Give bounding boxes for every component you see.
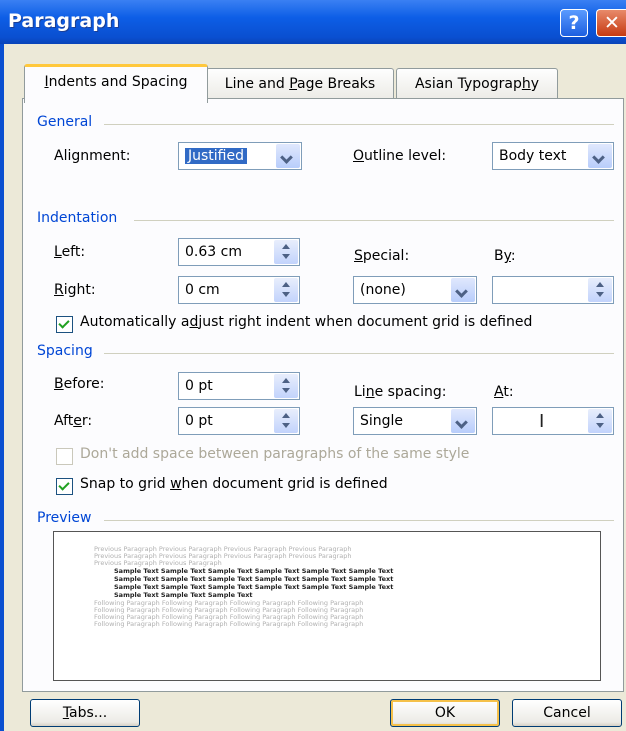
preview-box: Previous Paragraph Previous Paragraph Pr… xyxy=(53,531,601,681)
alignment-select[interactable]: Justified xyxy=(178,142,302,170)
right-indent-value: 0 cm xyxy=(185,282,220,298)
dont-add-space-label: Don't add space between paragraphs of th… xyxy=(80,446,470,462)
after-label: After: xyxy=(54,413,93,429)
indentation-heading: Indentation xyxy=(37,210,118,226)
line-spacing-select[interactable]: Single xyxy=(353,407,477,435)
auto-adjust-checkbox[interactable] xyxy=(56,316,73,333)
spinner-icon[interactable] xyxy=(274,374,298,398)
space-before-input[interactable]: 0 pt xyxy=(178,372,300,400)
window-title: Paragraph xyxy=(8,10,120,32)
preview-sample-line: Sample Text Sample Text Sample Text xyxy=(114,591,253,599)
outline-level-value: Body text xyxy=(499,148,567,164)
special-label: Special: xyxy=(354,248,410,264)
special-select[interactable]: (none) xyxy=(353,276,477,304)
space-before-value: 0 pt xyxy=(185,378,213,394)
dont-add-space-checkbox[interactable] xyxy=(56,448,73,465)
window-frame xyxy=(0,44,4,731)
at-input[interactable]: I xyxy=(492,407,614,435)
chevron-down-icon[interactable] xyxy=(451,409,475,433)
right-indent-label: Right: xyxy=(54,282,96,298)
tab-line-and-page-breaks[interactable]: Line and Page Breaks xyxy=(206,68,394,99)
general-divider xyxy=(104,124,614,125)
by-label: By: xyxy=(494,248,516,264)
left-indent-input[interactable]: 0.63 cm xyxy=(178,238,300,266)
spinner-icon[interactable] xyxy=(588,409,612,433)
line-spacing-label: Line spacing: xyxy=(354,384,447,400)
preview-sample-line: Sample Text Sample Text Sample Text Samp… xyxy=(114,567,394,575)
at-label: At: xyxy=(494,384,514,400)
spacing-heading: Spacing xyxy=(37,343,93,359)
space-after-value: 0 pt xyxy=(185,413,213,429)
space-after-input[interactable]: 0 pt xyxy=(178,407,300,435)
text-cursor-icon: I xyxy=(539,411,545,432)
outline-level-select[interactable]: Body text xyxy=(492,142,614,170)
line-spacing-value: Single xyxy=(360,413,404,429)
preview-divider xyxy=(104,520,614,521)
left-indent-label: Left: xyxy=(54,244,86,260)
alignment-label: Alignment: xyxy=(54,148,131,164)
tabs-button[interactable]: Tabs... xyxy=(30,699,140,727)
cancel-button[interactable]: Cancel xyxy=(512,699,622,727)
preview-previous-line: Previous Paragraph Previous Paragraph xyxy=(94,559,222,567)
outline-level-label: Outline level: xyxy=(353,148,447,164)
alignment-value: Justified xyxy=(185,148,247,164)
special-value: (none) xyxy=(360,282,406,298)
right-indent-input[interactable]: 0 cm xyxy=(178,276,300,304)
spinner-icon[interactable] xyxy=(274,240,298,264)
tab-asian-typography[interactable]: Asian Typography xyxy=(396,68,558,99)
before-label: Before: xyxy=(54,376,105,392)
close-icon[interactable]: ✕ xyxy=(596,9,626,37)
help-icon[interactable]: ? xyxy=(560,9,588,37)
snap-to-grid-checkbox[interactable] xyxy=(56,478,73,495)
spinner-icon[interactable] xyxy=(274,409,298,433)
preview-sample-line: Sample Text Sample Text Sample Text Samp… xyxy=(114,583,394,591)
spinner-icon[interactable] xyxy=(274,278,298,302)
general-heading: General xyxy=(37,114,93,130)
auto-adjust-label[interactable]: Automatically adjust right indent when d… xyxy=(80,314,532,330)
preview-heading: Preview xyxy=(37,510,92,526)
spinner-icon[interactable] xyxy=(588,278,612,302)
chevron-down-icon[interactable] xyxy=(451,278,475,302)
ok-button[interactable]: OK xyxy=(390,699,500,727)
chevron-down-icon[interactable] xyxy=(588,144,612,168)
by-input[interactable] xyxy=(492,276,614,304)
snap-to-grid-label[interactable]: Snap to grid when document grid is defin… xyxy=(80,476,388,492)
left-indent-value: 0.63 cm xyxy=(185,244,242,260)
indentation-divider xyxy=(134,220,614,221)
title-bar[interactable]: Paragraph ? ✕ xyxy=(0,0,626,44)
preview-following-line: Following Paragraph Following Paragraph … xyxy=(94,620,364,628)
preview-sample-line: Sample Text Sample Text Sample Text Samp… xyxy=(114,575,394,583)
spacing-divider xyxy=(104,353,614,354)
tab-indents-and-spacing[interactable]: Indents and Spacing xyxy=(24,64,208,103)
chevron-down-icon[interactable] xyxy=(276,144,300,168)
